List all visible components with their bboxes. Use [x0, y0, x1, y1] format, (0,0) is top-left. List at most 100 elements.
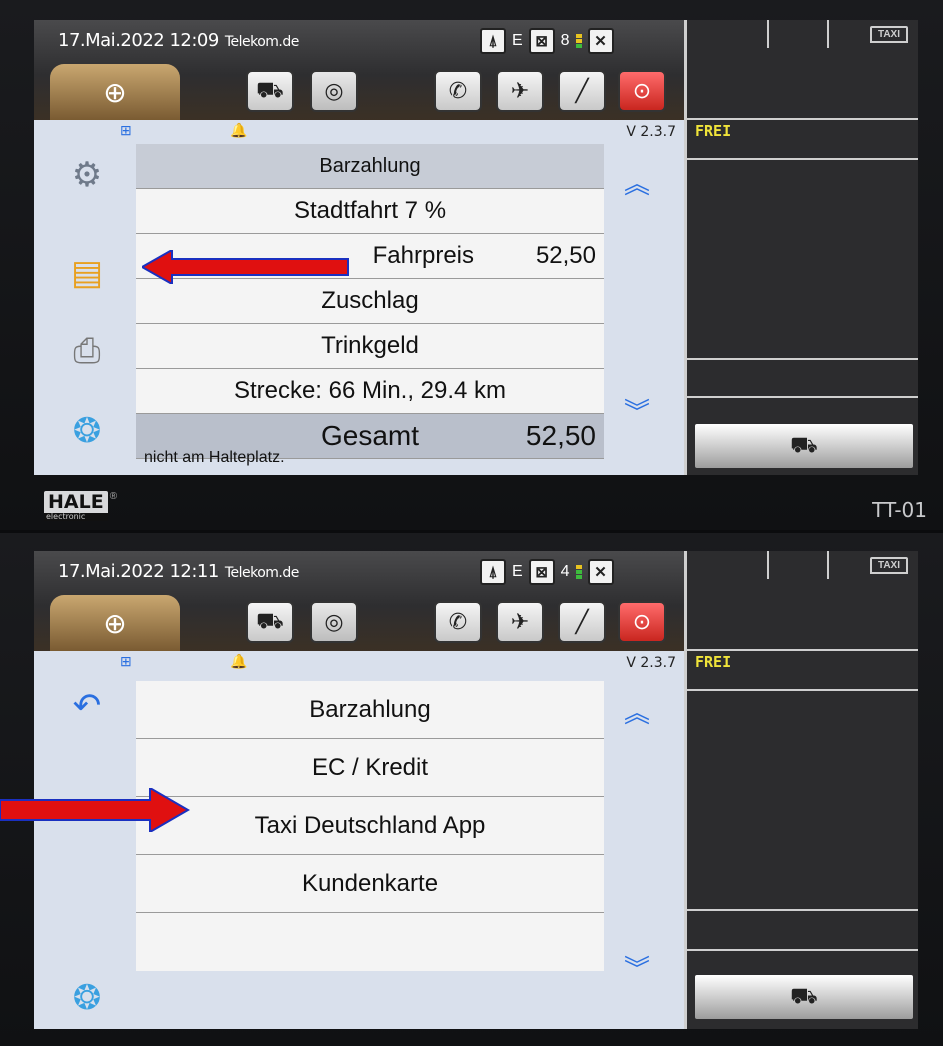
tools-button[interactable]: ╱: [558, 70, 606, 112]
clock-icon: ◎: [324, 78, 344, 103]
panel-top: TAXI: [687, 551, 918, 651]
payment-method-label: Barzahlung: [319, 154, 421, 177]
phone-icon: ✆: [448, 78, 468, 103]
option-empty[interactable]: [136, 913, 604, 971]
panel-divider: [767, 20, 769, 48]
red-arrow-left: [142, 250, 349, 284]
brand-name: HALE: [48, 491, 104, 513]
car-button[interactable]: ⛟: [246, 70, 294, 112]
carrier: Telekom.de: [224, 565, 300, 581]
option-taxi-deutschland-app[interactable]: Taxi Deutschland App: [136, 797, 604, 855]
network-type: E: [512, 563, 523, 580]
satellite-status-icon: ✕: [587, 559, 614, 585]
option-label: Taxi Deutschland App: [254, 811, 486, 839]
logo-icon: ⊕: [103, 607, 127, 639]
phone-icon: ✆: [448, 609, 468, 634]
clock-button[interactable]: ◎: [310, 601, 358, 643]
signal-level: 8: [560, 32, 570, 49]
version-label: V 2.3.7: [626, 124, 676, 140]
network-mini-icon: ⊞: [120, 122, 132, 138]
brand-logo: HALE electronic ®: [44, 491, 144, 523]
bell-mini-icon: 🔔: [230, 653, 248, 669]
home-tab[interactable]: ⊕: [50, 595, 180, 651]
row-label: Stadtfahrt 7 %: [293, 197, 447, 224]
position-icon: ⍋: [480, 28, 506, 54]
lock-button[interactable]: ⊙: [618, 601, 666, 643]
header-bar: 17.Mai.2022 12:09 Telekom.de ⍋ E ⊠ 8 ✕ ⊕ …: [34, 20, 684, 120]
payment-method-header: Barzahlung: [136, 144, 604, 189]
lock-icon: ⊙: [632, 78, 652, 103]
car-icon: ⛟: [256, 76, 284, 102]
registered-mark: ®: [109, 491, 118, 502]
tools-button[interactable]: ╱: [558, 601, 606, 643]
option-label: Kundenkarte: [301, 869, 439, 897]
satellite-icon: ✈: [510, 78, 530, 103]
chevron-up-icon[interactable]: ︽: [624, 164, 650, 201]
car-icon: ⛟: [256, 607, 284, 633]
status-line: 17.Mai.2022 12:11 Telekom.de: [58, 561, 299, 582]
taxi-badge: TAXI: [869, 26, 908, 43]
panel-divider: [687, 949, 918, 951]
option-barzahlung[interactable]: Barzahlung: [136, 681, 604, 739]
chevron-down-icon[interactable]: ︾: [624, 949, 650, 986]
main-content: ⊞ 🔔 V 2.3.7 ↶ ❂ Barzahlung EC / Kredit T…: [34, 651, 684, 1029]
credit-card-icon[interactable]: ▤: [64, 252, 110, 294]
taxi-car-button[interactable]: ⛟: [695, 424, 913, 468]
back-arrow-icon[interactable]: ↶: [64, 685, 110, 727]
signal-bars-icon: [575, 34, 582, 48]
gear-icon[interactable]: ⚙: [64, 154, 110, 196]
panel-divider: [687, 909, 918, 911]
phone-button[interactable]: ✆: [434, 601, 482, 643]
signal-indicators: ⍋ E ⊠ 8 ✕: [480, 28, 614, 54]
signal-indicators: ⍋ E ⊠ 4 ✕: [480, 559, 614, 585]
printer-icon[interactable]: ⎙: [64, 330, 110, 372]
taxi-state: FREI: [695, 653, 732, 671]
panel-divider: [827, 551, 829, 579]
row-amount: 52,50: [535, 242, 596, 269]
position-icon: ⍋: [480, 559, 506, 585]
phone-button[interactable]: ✆: [434, 70, 482, 112]
list-item[interactable]: Zuschlag: [136, 279, 604, 324]
screen: 17.Mai.2022 12:09 Telekom.de ⍋ E ⊠ 8 ✕ ⊕ …: [34, 20, 918, 475]
chevron-down-icon[interactable]: ︾: [624, 392, 650, 429]
list-item[interactable]: Strecke: 66 Min., 29.4 km: [136, 369, 604, 414]
taxi-status-panel: TAXI FREI ⛟: [684, 551, 918, 1029]
panel-divider: [687, 689, 918, 691]
version-label: V 2.3.7: [626, 655, 676, 671]
panel-divider: [767, 551, 769, 579]
car-button[interactable]: ⛟: [246, 601, 294, 643]
payment-summary: Barzahlung Stadtfahrt 7 % Fahrpreis 52,50…: [136, 144, 604, 459]
red-arrow-right: [0, 788, 190, 832]
home-tab[interactable]: ⊕: [50, 64, 180, 120]
colors-icon[interactable]: ❂: [64, 410, 110, 452]
gps-button[interactable]: ✈: [496, 601, 544, 643]
status-line: 17.Mai.2022 12:09 Telekom.de: [58, 30, 299, 51]
colors-icon[interactable]: ❂: [64, 977, 110, 1019]
payment-options: Barzahlung EC / Kredit Taxi Deutschland …: [136, 681, 604, 971]
option-kundenkarte[interactable]: Kundenkarte: [136, 855, 604, 913]
clock-button[interactable]: ◎: [310, 70, 358, 112]
panel-top: TAXI: [687, 20, 918, 120]
brand-sub: electronic: [44, 513, 108, 521]
total-amount: 52,50: [525, 420, 596, 451]
lock-button[interactable]: ⊙: [618, 70, 666, 112]
taxi-state: FREI: [695, 122, 732, 140]
panel-divider: [687, 158, 918, 160]
satellite-icon: ✈: [510, 609, 530, 634]
chevron-up-icon[interactable]: ︽: [624, 693, 650, 730]
panel-divider: [687, 358, 918, 360]
clock-icon: ◎: [324, 609, 344, 634]
list-item[interactable]: Stadtfahrt 7 %: [136, 189, 604, 234]
taxi-car-button[interactable]: ⛟: [695, 975, 913, 1019]
antenna-icon: ⊠: [528, 28, 555, 54]
row-label: Fahrpreis: [372, 242, 474, 269]
taxi-status-panel: TAXI FREI ⛟: [684, 20, 918, 475]
signal-bars-icon: [575, 565, 582, 579]
model-label: TT-01: [872, 498, 927, 522]
list-item[interactable]: Trinkgeld: [136, 324, 604, 369]
option-ec-kredit[interactable]: EC / Kredit: [136, 739, 604, 797]
lock-icon: ⊙: [632, 609, 652, 634]
wrench-icon: ╱: [575, 78, 589, 103]
gps-button[interactable]: ✈: [496, 70, 544, 112]
row-label: Zuschlag: [321, 287, 419, 314]
